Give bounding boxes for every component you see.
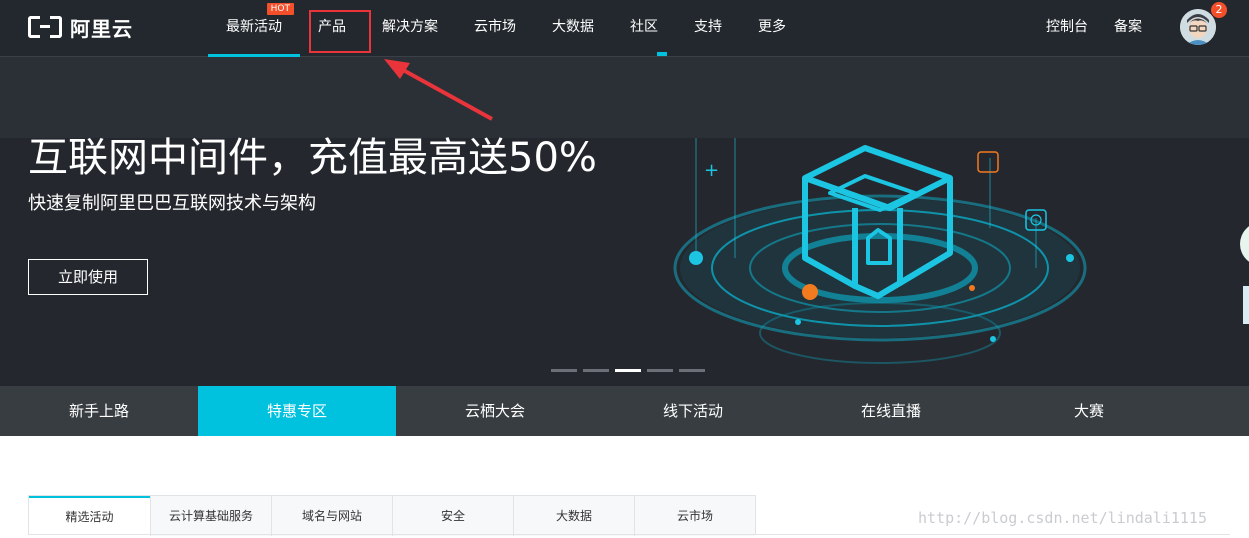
carousel-dot[interactable] (583, 369, 609, 372)
nav-label: 支持 (694, 19, 722, 35)
category-bar: 新手上路 特惠专区 云栖大会 线下活动 在线直播 大赛 (0, 386, 1249, 436)
cloud-cube-illustration: + (673, 138, 1087, 364)
tab-cloud-computing-basics[interactable]: 云计算基础服务 (150, 496, 271, 536)
watermark-url: http://blog.csdn.net/lindali1115 (918, 509, 1207, 527)
notification-badge: 2 (1211, 2, 1227, 18)
user-avatar[interactable] (1180, 9, 1216, 45)
tabs-divider (28, 534, 1230, 535)
category-special-offers[interactable]: 特惠专区 (198, 386, 396, 436)
aliyun-logo[interactable]: 阿里云 (28, 14, 133, 41)
nav-label: 解决方案 (382, 19, 438, 35)
nav-item-solutions[interactable]: 解决方案 (374, 0, 446, 57)
nav-dropdown-strip (0, 57, 1249, 138)
nav-item-big-data[interactable]: 大数据 (544, 0, 602, 57)
nav-hover-indicator (657, 52, 667, 56)
nav-item-latest-activities[interactable]: 最新活动 HOT (208, 0, 300, 57)
carousel-dot[interactable] (679, 369, 705, 372)
hero-subtitle: 快速复制阿里巴巴互联网技术与架构 (28, 193, 316, 214)
nav-item-community[interactable]: 社区 (622, 0, 666, 57)
carousel-dot-active[interactable] (615, 369, 641, 372)
svg-text:+: + (704, 160, 719, 181)
activity-tabs: 精选活动 云计算基础服务 域名与网站 安全 大数据 云市场 (28, 495, 756, 536)
annotation-highlight-box (309, 10, 371, 53)
carousel-dot[interactable] (647, 369, 673, 372)
category-offline-events[interactable]: 线下活动 (594, 386, 792, 436)
floating-side-tab[interactable] (1243, 286, 1249, 324)
console-link[interactable]: 控制台 (1046, 0, 1088, 57)
filing-link[interactable]: 备案 (1114, 0, 1142, 57)
tab-domains-websites[interactable]: 域名与网站 (271, 496, 392, 536)
nav-label: 更多 (758, 19, 786, 35)
category-competitions[interactable]: 大赛 (990, 386, 1188, 436)
hero-title: 互联网中间件，充值最高送50% (28, 135, 597, 181)
logo-text: 阿里云 (70, 16, 133, 41)
tab-security[interactable]: 安全 (392, 496, 513, 536)
use-now-button[interactable]: 立即使用 (28, 259, 148, 295)
category-beginner[interactable]: 新手上路 (0, 386, 198, 436)
tab-marketplace[interactable]: 云市场 (634, 496, 755, 536)
category-yunqi-conference[interactable]: 云栖大会 (396, 386, 594, 436)
hot-badge: HOT (266, 3, 294, 15)
category-live-streaming[interactable]: 在线直播 (792, 386, 990, 436)
nav-label: 云市场 (474, 19, 516, 35)
avatar-icon (1180, 9, 1216, 45)
nav-label: 大数据 (552, 19, 594, 35)
nav-item-support[interactable]: 支持 (686, 0, 730, 57)
nav-item-more[interactable]: 更多 (750, 0, 794, 57)
aliyun-logo-icon (28, 16, 62, 38)
top-navigation-bar: 阿里云 最新活动 HOT 产品 解决方案 云市场 大数据 社区 支持 更多 控制… (0, 0, 1249, 57)
nav-label: 社区 (630, 19, 658, 35)
carousel-dot[interactable] (551, 369, 577, 372)
tab-big-data[interactable]: 大数据 (513, 496, 634, 536)
carousel-indicators-overlay (551, 369, 705, 372)
annotation-arrow-icon (384, 59, 493, 121)
tab-featured-activities[interactable]: 精选活动 (29, 496, 150, 536)
nav-label: 最新活动 (226, 19, 282, 35)
nav-item-marketplace[interactable]: 云市场 (466, 0, 524, 57)
